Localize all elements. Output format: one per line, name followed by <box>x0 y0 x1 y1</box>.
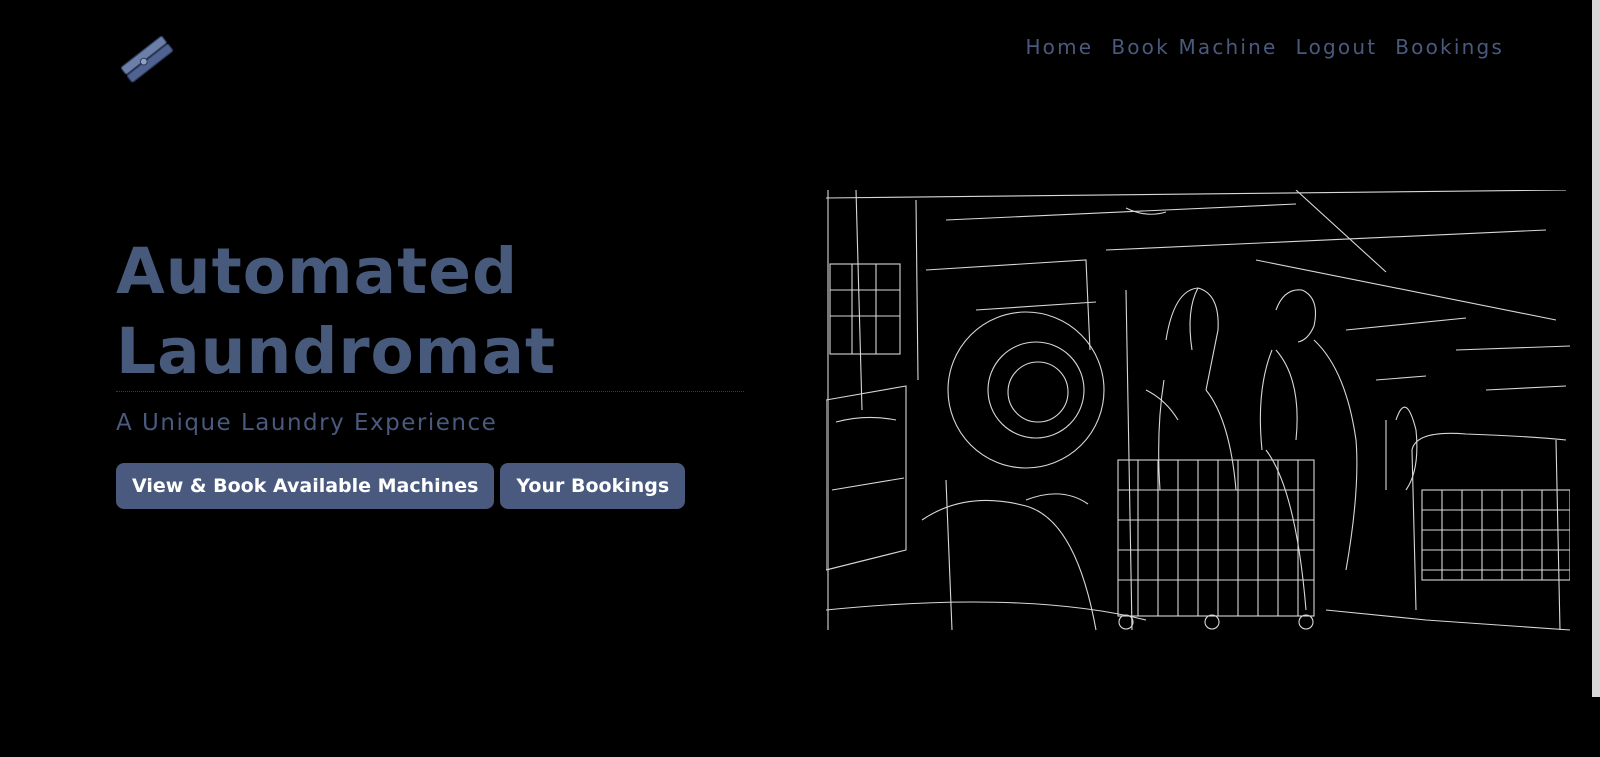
page: Home Book Machine Logout Bookings Automa… <box>0 0 1600 757</box>
view-book-machines-button[interactable]: View & Book Available Machines <box>116 463 495 509</box>
laundromat-edge-image <box>826 190 1570 644</box>
scrollbar-track[interactable] <box>1592 0 1600 757</box>
hero-title-line1: Automated <box>116 235 519 308</box>
nav-home-link[interactable]: Home <box>1025 35 1093 59</box>
your-bookings-button[interactable]: Your Bookings <box>500 463 686 509</box>
main-nav: Home Book Machine Logout Bookings <box>1025 35 1504 59</box>
hero-subtitle: A Unique Laundry Experience <box>116 410 498 436</box>
hero-buttons: View & Book Available Machines Your Book… <box>116 463 686 509</box>
nav-bookings-link[interactable]: Bookings <box>1395 35 1504 59</box>
hero-title-line2: Laundromat <box>116 315 557 388</box>
clothespin-icon[interactable] <box>118 30 174 86</box>
hero-divider <box>116 391 744 392</box>
nav-logout-link[interactable]: Logout <box>1296 35 1378 59</box>
scrollbar-thumb[interactable] <box>1592 0 1600 697</box>
nav-book-machine-link[interactable]: Book Machine <box>1111 35 1277 59</box>
hero-title: Automated Laundromat <box>116 232 556 392</box>
